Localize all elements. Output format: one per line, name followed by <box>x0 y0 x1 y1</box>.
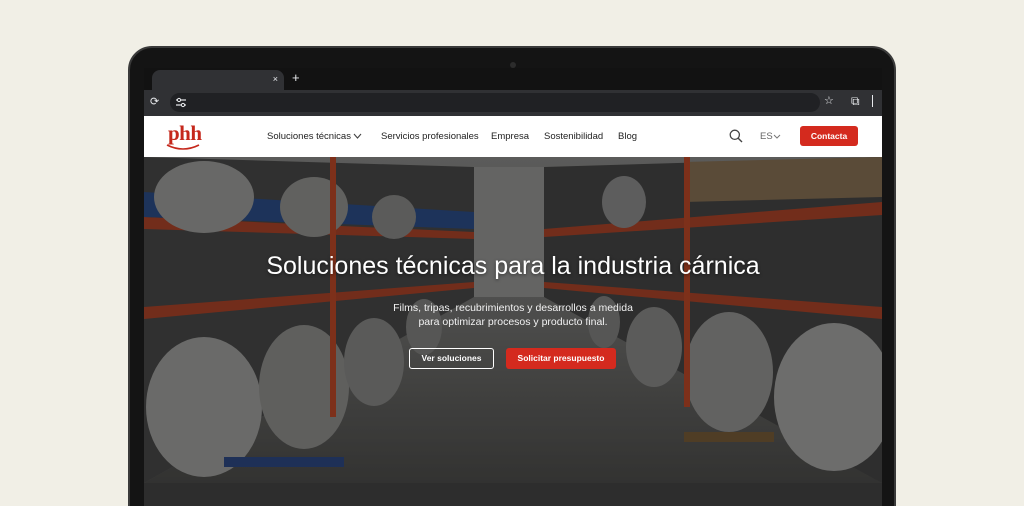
browser-menu-icon[interactable] <box>872 95 874 107</box>
hero-section: Soluciones técnicas para la industria cá… <box>144 157 882 483</box>
search-icon[interactable] <box>729 129 743 143</box>
hero-title: Soluciones técnicas para la industria cá… <box>266 252 760 280</box>
address-bar[interactable] <box>170 93 820 112</box>
laptop-frame: × + ⟳ ☆ ⧉ phh Soluciones técnicas Servic… <box>128 46 896 506</box>
tab-close-icon[interactable]: × <box>273 73 278 85</box>
bookmark-star-icon[interactable]: ☆ <box>824 94 834 108</box>
browser-tab-strip: × + <box>144 68 882 90</box>
nav-blog[interactable]: Blog <box>618 131 637 143</box>
view-solutions-button[interactable]: Ver soluciones <box>409 348 494 369</box>
nav-empresa[interactable]: Empresa <box>491 131 529 143</box>
chevron-down-icon[interactable] <box>773 134 781 139</box>
hero-subtitle-line-2: para optimizar procesos y producto final… <box>418 316 608 328</box>
site-header: phh Soluciones técnicas Servicios profes… <box>144 116 882 157</box>
reload-icon[interactable]: ⟳ <box>150 95 159 109</box>
logo-swoosh-icon <box>166 144 200 150</box>
extensions-icon[interactable]: ⧉ <box>851 94 860 108</box>
laptop-screen: × + ⟳ ☆ ⧉ phh Soluciones técnicas Servic… <box>144 68 882 506</box>
request-quote-button[interactable]: Solicitar presupuesto <box>506 348 616 369</box>
website: phh Soluciones técnicas Servicios profes… <box>144 116 882 506</box>
contact-button[interactable]: Contacta <box>800 126 858 146</box>
hero-subtitle: Films, tripas, recubrimientos y desarrol… <box>144 301 882 329</box>
browser-tab[interactable]: × <box>152 70 284 90</box>
site-settings-icon[interactable] <box>175 97 187 108</box>
language-selector[interactable]: ES <box>760 131 773 143</box>
brand-logo[interactable]: phh <box>168 122 202 144</box>
new-tab-icon[interactable]: + <box>292 70 300 86</box>
hero-subtitle-line-1: Films, tripas, recubrimientos y desarrol… <box>393 302 633 314</box>
next-section <box>144 483 882 506</box>
browser-toolbar: ⟳ ☆ ⧉ <box>144 90 882 116</box>
nav-sostenibilidad[interactable]: Sostenibilidad <box>544 131 603 143</box>
chevron-down-icon[interactable] <box>353 133 362 139</box>
nav-servicios-profesionales[interactable]: Servicios profesionales <box>381 131 479 143</box>
nav-soluciones-tecnicas[interactable]: Soluciones técnicas <box>267 131 351 143</box>
